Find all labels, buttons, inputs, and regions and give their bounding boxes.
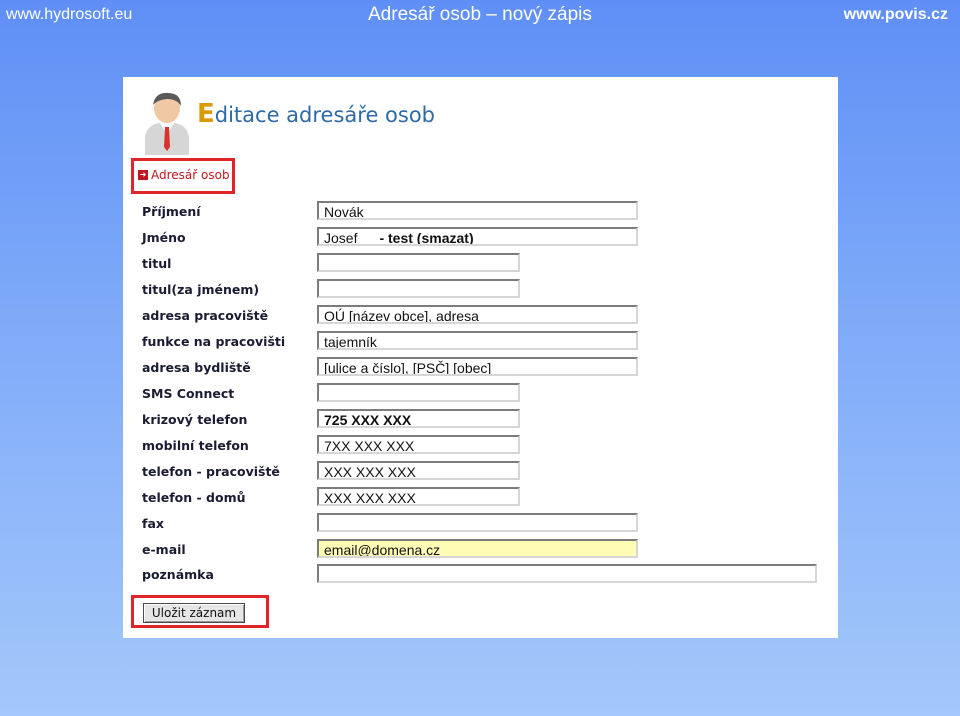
row-funkce: funkce na pracovišti tajemník	[123, 331, 838, 353]
label-jmeno: Jméno	[142, 230, 186, 245]
label-krizovy: krizový telefon	[142, 412, 248, 427]
row-poznamka: poznámka	[123, 564, 838, 586]
label-tel-domu: telefon - domů	[142, 490, 246, 505]
row-tel-prac: telefon - pracoviště XXX XXX XXX	[123, 461, 838, 483]
input-prijmeni[interactable]: Novák	[317, 201, 638, 220]
row-adresa-bydliste: adresa bydliště [ulice a číslo], [PSČ] […	[123, 357, 838, 379]
save-button[interactable]: Uložit záznam	[143, 603, 245, 623]
person-icon	[145, 92, 189, 155]
input-sms[interactable]	[317, 383, 520, 402]
row-titul: titul	[123, 253, 838, 275]
row-mobilni: mobilní telefon 7XX XXX XXX	[123, 435, 838, 457]
form-panel: Editace adresáře osob ➜ Adresář osob Pří…	[123, 77, 838, 638]
row-sms: SMS Connect	[123, 383, 838, 405]
label-titul-za: titul(za jménem)	[142, 282, 260, 297]
input-email[interactable]: email@domena.cz	[317, 539, 638, 558]
input-tel-domu[interactable]: XXX XXX XXX	[317, 487, 520, 506]
site-url-left: www.hydrosoft.eu	[6, 6, 133, 23]
row-email: e-mail email@domena.cz	[123, 539, 838, 561]
input-adresa-bydliste[interactable]: [ulice a číslo], [PSČ] [obec]	[317, 357, 638, 376]
label-funkce: funkce na pracovišti	[142, 334, 286, 349]
label-titul: titul	[142, 256, 172, 271]
input-jmeno-value: Josef	[324, 230, 358, 246]
label-adresa-pracoviste: adresa pracoviště	[142, 308, 269, 323]
input-krizovy[interactable]: 725 XXX XXX	[317, 409, 520, 428]
row-jmeno: Jméno Josef - test (smazat)	[123, 227, 838, 249]
label-adresa-bydliste: adresa bydliště	[142, 360, 251, 375]
input-tel-prac[interactable]: XXX XXX XXX	[317, 461, 520, 480]
input-adresa-pracoviste[interactable]: OÚ [název obce], adresa	[317, 305, 638, 324]
row-prijmeni: Příjmení Novák	[123, 201, 838, 223]
arrow-right-icon: ➜	[138, 170, 148, 180]
row-fax: fax	[123, 513, 838, 535]
row-tel-domu: telefon - domů XXX XXX XXX	[123, 487, 838, 509]
label-prijmeni: Příjmení	[142, 204, 201, 219]
label-sms: SMS Connect	[142, 386, 235, 401]
page-heading: Editace adresáře osob	[197, 99, 436, 129]
nav-link-label: Adresář osob	[151, 168, 230, 182]
jmeno-note: - test (smazat)	[379, 230, 474, 246]
nav-link-adresar[interactable]: ➜ Adresář osob	[138, 168, 230, 182]
input-titul-za[interactable]	[317, 279, 520, 298]
row-adresa-pracoviste: adresa pracoviště OÚ [název obce], adres…	[123, 305, 838, 327]
input-mobilni[interactable]: 7XX XXX XXX	[317, 435, 520, 454]
label-fax: fax	[142, 516, 164, 531]
label-email: e-mail	[142, 542, 186, 557]
input-jmeno[interactable]: Josef - test (smazat)	[317, 227, 638, 246]
row-krizovy: krizový telefon 725 XXX XXX	[123, 409, 838, 431]
site-url-right: www.povis.cz	[843, 6, 948, 23]
label-poznamka: poznámka	[142, 567, 214, 582]
row-titul-za: titul(za jménem)	[123, 279, 838, 301]
input-fax[interactable]	[317, 513, 638, 532]
input-titul[interactable]	[317, 253, 520, 272]
slide-title: Adresář osob – nový zápis	[368, 4, 592, 25]
label-tel-prac: telefon - pracoviště	[142, 464, 280, 479]
label-mobilni: mobilní telefon	[142, 438, 249, 453]
input-poznamka[interactable]	[317, 564, 817, 583]
input-funkce[interactable]: tajemník	[317, 331, 638, 350]
